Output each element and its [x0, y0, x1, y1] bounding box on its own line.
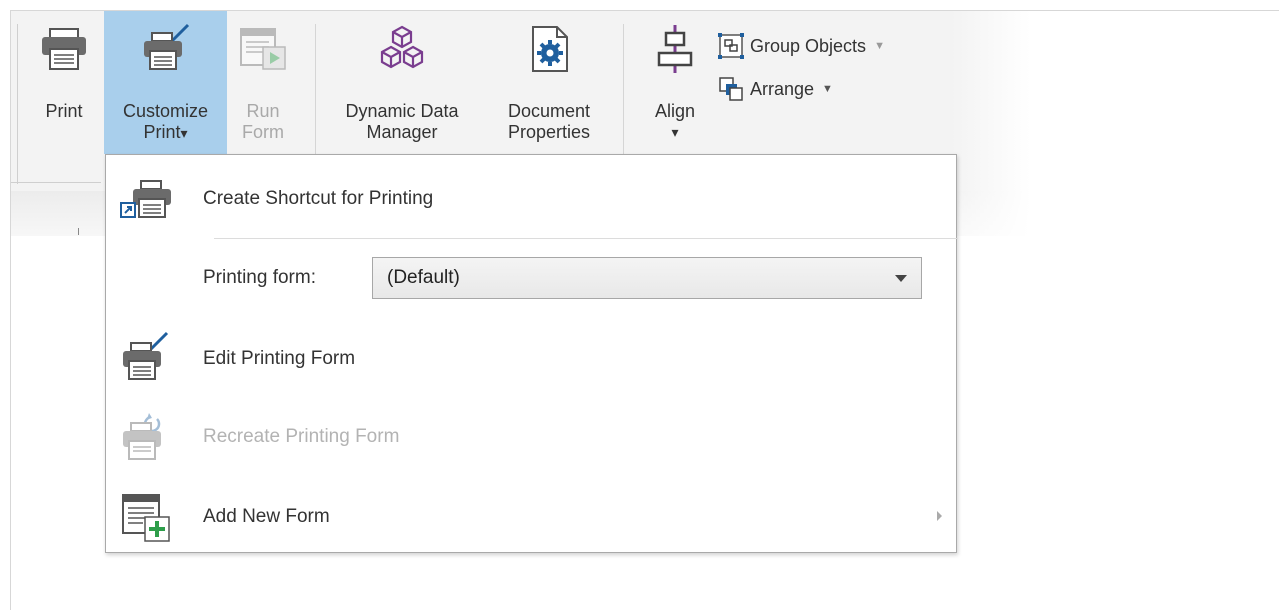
- run-form-button[interactable]: Run Form: [228, 11, 298, 154]
- group-objects-button[interactable]: Group Objects ▼: [718, 31, 885, 61]
- customize-print-label-line1: Customize: [122, 101, 209, 121]
- printing-form-selected-value: (Default): [387, 267, 460, 288]
- recreate-printing-form-menu-item[interactable]: Recreate Printing Form: [106, 405, 956, 469]
- document-properties-label: Document Properties: [508, 101, 590, 143]
- document-properties-label-line2: Properties: [507, 122, 591, 142]
- group-objects-icon: [718, 33, 744, 59]
- print-label: Print: [45, 101, 83, 121]
- ribbon-group-separator-2: [623, 24, 624, 154]
- document-gear-icon: [521, 23, 577, 73]
- customize-print-label-line2: Print▾: [123, 122, 208, 144]
- customize-print-menu: Create Shortcut for Printing Printing fo…: [105, 154, 958, 553]
- ruler-tick: [78, 228, 79, 235]
- dynamic-data-manager-label-line2: Manager: [366, 122, 438, 142]
- add-form-icon: [117, 489, 175, 545]
- customize-print-label: Customize Print▾: [123, 101, 208, 144]
- edit-printing-form-menu-item[interactable]: Edit Printing Form: [106, 327, 956, 391]
- align-center-icon: [647, 23, 703, 73]
- dynamic-data-manager-label: Dynamic Data Manager: [345, 101, 458, 143]
- edit-printing-form-label: Edit Printing Form: [203, 348, 356, 369]
- submenu-arrow-icon: [937, 511, 942, 521]
- chevron-down-icon: ▼: [822, 83, 833, 95]
- print-button[interactable]: Print: [34, 11, 94, 154]
- align-button[interactable]: Align ▾: [640, 11, 710, 154]
- ribbon-left-divider: [17, 24, 18, 184]
- create-shortcut-menu-item[interactable]: Create Shortcut for Printing: [106, 167, 956, 231]
- printer-shortcut-icon: [117, 171, 175, 227]
- chevron-down-icon: ▼: [874, 40, 885, 52]
- run-form-icon: [235, 23, 291, 73]
- cubes-icon: [374, 23, 430, 73]
- recreate-printing-form-label: Recreate Printing Form: [203, 426, 400, 447]
- align-label: Align ▾: [655, 101, 695, 143]
- dynamic-data-manager-button[interactable]: Dynamic Data Manager: [322, 11, 482, 154]
- printer-refresh-icon: [117, 409, 175, 465]
- arrange-label: Arrange: [750, 78, 815, 99]
- printing-form-label: Printing form:: [203, 267, 316, 288]
- menu-separator: [214, 238, 958, 239]
- printing-form-select[interactable]: (Default): [372, 257, 922, 299]
- dropdown-arrow-icon: [895, 275, 907, 282]
- chevron-down-icon: ▾: [180, 125, 188, 141]
- printer-icon: [36, 23, 92, 73]
- align-label-text: Align: [654, 101, 696, 121]
- run-form-label: Run Form: [242, 101, 284, 143]
- document-properties-button[interactable]: Document Properties: [484, 11, 614, 154]
- printer-paintbrush-icon: [117, 331, 175, 387]
- ribbon-group-separator: [315, 24, 316, 154]
- group-objects-label: Group Objects: [750, 35, 867, 56]
- create-shortcut-label: Create Shortcut for Printing: [203, 188, 434, 209]
- customize-print-button[interactable]: Customize Print▾: [104, 11, 227, 154]
- arrange-icon: [718, 76, 744, 102]
- run-form-label-line1: Run: [246, 101, 280, 121]
- dynamic-data-manager-label-line1: Dynamic Data: [345, 101, 459, 121]
- document-properties-label-line1: Document: [507, 101, 591, 121]
- run-form-label-line2: Form: [242, 122, 284, 142]
- ribbon-divider-line: [11, 182, 101, 183]
- add-new-form-label: Add New Form: [203, 506, 330, 527]
- arrange-button[interactable]: Arrange ▼: [718, 74, 833, 104]
- customize-print-label-line2-text: Print: [143, 122, 181, 142]
- printer-paintbrush-icon: [138, 23, 194, 73]
- add-new-form-menu-item[interactable]: Add New Form: [106, 485, 956, 549]
- chevron-down-icon: ▾: [671, 124, 679, 140]
